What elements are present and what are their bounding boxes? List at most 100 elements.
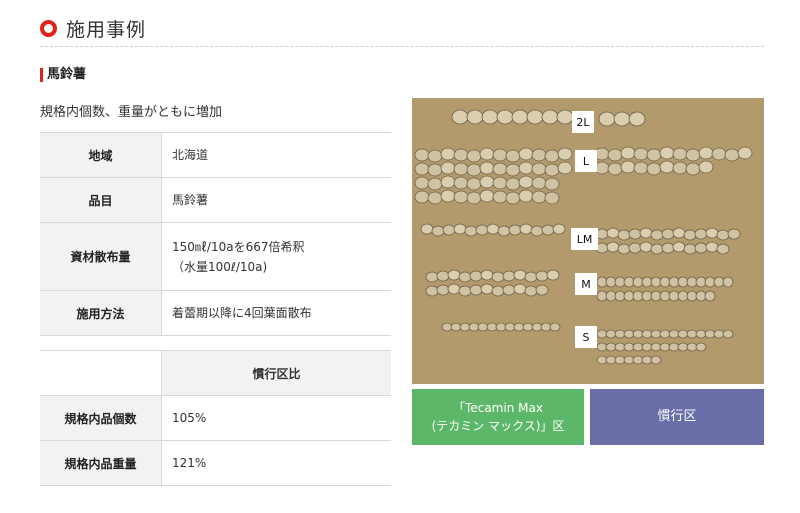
row-label: 規格内品個数 <box>40 395 162 441</box>
potato-shape <box>425 271 439 283</box>
column-header: 慣行区比 <box>161 350 391 396</box>
potato-shape <box>479 189 495 203</box>
potato-shape <box>453 176 469 190</box>
potato-shape <box>414 162 430 176</box>
potato-shape <box>737 146 753 160</box>
potato-shape <box>686 276 698 288</box>
potato-shape <box>518 161 534 175</box>
potato-shape <box>531 148 547 162</box>
potato-shape <box>524 285 538 297</box>
potato-shape <box>727 228 741 240</box>
potato-shape <box>425 285 439 297</box>
row-value-line: （水量100ℓ/10a) <box>172 259 268 274</box>
row-value: 150㎖/10aを667倍希釈 （水量100ℓ/10a) <box>161 222 391 291</box>
potato-shape <box>466 163 482 177</box>
potato-shape <box>632 329 644 339</box>
potato-shape <box>650 342 662 352</box>
potato-shape <box>659 342 671 352</box>
potato-shape <box>453 190 469 204</box>
potato-shape <box>431 225 445 237</box>
potato-shape <box>596 355 608 365</box>
potato-shape <box>623 342 635 352</box>
potato-shape <box>620 160 636 174</box>
potato-shape <box>436 270 450 282</box>
potato-shape <box>496 109 514 125</box>
potato-shape <box>632 290 644 302</box>
potato-shape <box>623 355 635 365</box>
potato-shape <box>596 290 608 302</box>
potato-shape <box>705 227 719 239</box>
potato-shape <box>440 161 456 175</box>
potato-shape <box>481 109 499 125</box>
potato-shape <box>531 176 547 190</box>
table-row: 品目 馬鈴薯 <box>40 177 391 223</box>
row-value: 105% <box>161 395 391 441</box>
potato-shape <box>505 177 521 191</box>
potato-shape <box>504 322 516 332</box>
section-header: 施用事例 <box>40 10 764 47</box>
potato-shape <box>661 242 675 254</box>
potato-shape <box>641 342 653 352</box>
potato-shape <box>672 241 686 253</box>
potato-shape <box>605 276 617 288</box>
potato-shape <box>556 109 574 125</box>
potato-shape <box>598 111 616 127</box>
potato-shape <box>440 175 456 189</box>
potato-shape <box>659 290 671 302</box>
row-label: 規格内品重量 <box>40 440 162 486</box>
potato-shape <box>524 271 538 283</box>
potato-shape <box>436 284 450 296</box>
details-table: 地域 北海道 品目 馬鈴薯 資材散布量 150㎖/10aを667倍希釈 （水量1… <box>40 132 391 336</box>
potato-shape <box>650 329 662 339</box>
potato-shape <box>451 109 469 125</box>
potato-shape <box>623 276 635 288</box>
potato-shape <box>686 290 698 302</box>
potato-shape <box>492 162 508 176</box>
potato-shape <box>427 191 443 205</box>
potato-shape <box>522 322 534 332</box>
potato-shape <box>441 322 453 332</box>
potato-shape <box>427 149 443 163</box>
potato-shape <box>617 243 631 255</box>
potato-shape <box>705 241 719 253</box>
potato-shape <box>617 229 631 241</box>
potato-shape <box>606 241 620 253</box>
potato-shape <box>668 276 680 288</box>
potato-shape <box>453 162 469 176</box>
row-value-line: 150㎖/10aを667倍希釈 <box>172 239 305 254</box>
potato-shape <box>606 227 620 239</box>
potato-shape <box>541 109 559 125</box>
potato-shape <box>641 329 653 339</box>
table-row: 規格内品個数 105% <box>40 395 391 441</box>
potato-shape <box>614 276 626 288</box>
potato-shape <box>544 163 560 177</box>
potato-shape <box>466 177 482 191</box>
row-value: 121% <box>161 440 391 486</box>
potato-shape <box>557 161 573 175</box>
potato-shape <box>607 148 623 162</box>
potato-shape <box>641 290 653 302</box>
potato-shape <box>531 162 547 176</box>
tecamin-caption-line: 「Tecamin Max <box>453 401 543 415</box>
potato-shape <box>450 322 462 332</box>
potato-shape <box>414 148 430 162</box>
potato-shape <box>632 342 644 352</box>
potato-shape <box>677 276 689 288</box>
crop-heading: 馬鈴薯 <box>40 68 86 82</box>
potato-shape <box>475 224 489 236</box>
potato-shape <box>492 190 508 204</box>
table-row: 施用方法 着蕾期以降に4回葉面散布 <box>40 290 391 336</box>
potato-shape <box>695 276 707 288</box>
potato-shape <box>466 149 482 163</box>
potato-shape <box>695 290 707 302</box>
potato-shape <box>694 242 708 254</box>
potato-shape <box>420 223 434 235</box>
potato-shape <box>683 229 697 241</box>
potato-shape <box>713 329 725 339</box>
potato-shape <box>505 163 521 177</box>
potato-shape <box>486 223 500 235</box>
lead-text: 規格内個数、重量がともに増加 <box>40 105 223 120</box>
potato-shape <box>646 162 662 176</box>
potato-shape <box>641 355 653 365</box>
potato-shape <box>541 224 555 236</box>
